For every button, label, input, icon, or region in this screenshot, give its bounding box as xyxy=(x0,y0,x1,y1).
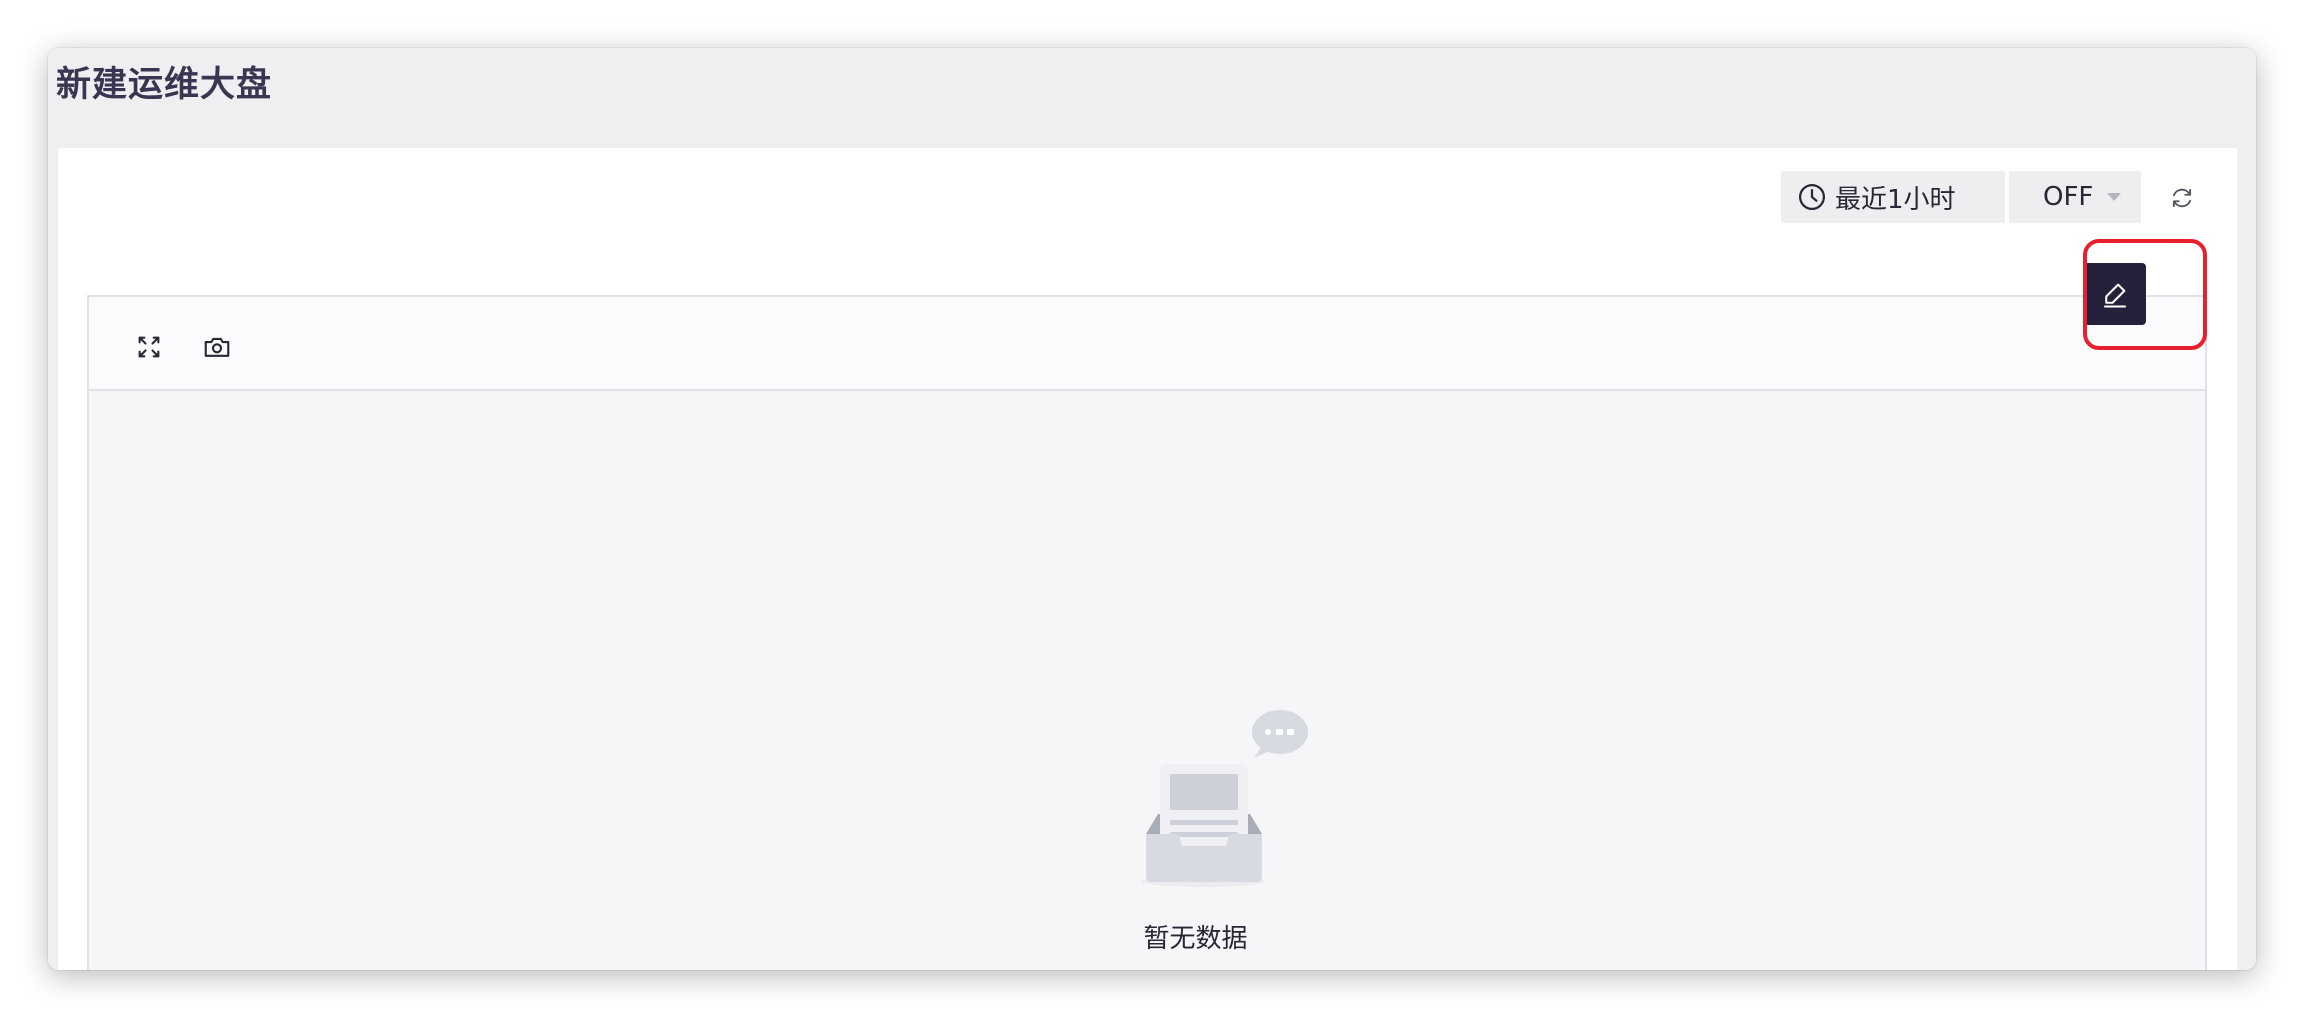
refresh-interval-select[interactable]: OFF xyxy=(2009,171,2141,223)
refresh-button[interactable] xyxy=(2165,181,2199,215)
empty-state-text: 暂无数据 xyxy=(1143,924,1248,954)
panel-toolbar xyxy=(89,297,2205,391)
time-range-label: 最近1小时 xyxy=(1835,184,1956,215)
empty-inbox-icon xyxy=(1141,710,1308,887)
pencil-icon xyxy=(2104,283,2126,308)
app-window: 新建运维大盘 最近1小时 OFF 暂无数据 xyxy=(48,48,2256,970)
page-title: 新建运维大盘 xyxy=(56,65,273,105)
fullscreen-icon xyxy=(138,336,160,358)
screenshot-button[interactable] xyxy=(201,331,233,363)
refresh-interval-value: OFF xyxy=(2043,182,2094,212)
edit-panel-button[interactable] xyxy=(2084,263,2146,325)
time-range-picker[interactable]: 最近1小时 xyxy=(1781,171,2005,223)
refresh-icon xyxy=(2172,188,2192,208)
camera-icon xyxy=(204,337,230,357)
clock-icon xyxy=(1797,182,1827,212)
fullscreen-button[interactable] xyxy=(133,331,165,363)
chevron-down-icon xyxy=(2107,193,2121,201)
